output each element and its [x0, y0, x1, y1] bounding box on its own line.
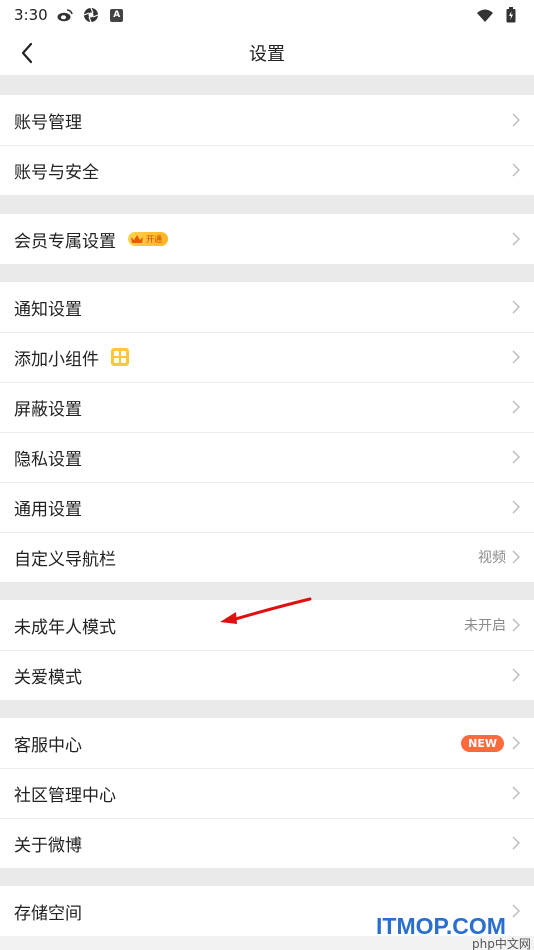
- chevron-right-icon: [512, 903, 522, 919]
- vip-badge-text: 开通: [146, 234, 162, 244]
- section-divider: [0, 264, 534, 282]
- wifi-icon: [476, 6, 494, 24]
- row-label: 关于微博: [14, 835, 82, 856]
- row-label: 通用设置: [14, 499, 82, 520]
- settings-row-privacy[interactable]: 隐私设置: [0, 432, 534, 482]
- section-divider: [0, 195, 534, 214]
- a-icon: A: [108, 6, 126, 24]
- chevron-right-icon: [512, 399, 522, 415]
- row-label: 客服中心: [14, 735, 82, 756]
- row-label: 添加小组件: [14, 349, 99, 370]
- row-label: 账号管理: [14, 112, 82, 133]
- settings-row-block[interactable]: 屏蔽设置: [0, 382, 534, 432]
- section-divider: [0, 582, 534, 600]
- chevron-right-icon: [512, 785, 522, 801]
- row-label: 自定义导航栏: [14, 549, 116, 570]
- row-label: 未成年人模式: [14, 617, 116, 638]
- settings-row-vip-settings[interactable]: 会员专属设置 开通: [0, 214, 534, 264]
- chevron-right-icon: [512, 162, 522, 178]
- settings-row-add-widget[interactable]: 添加小组件: [0, 332, 534, 382]
- status-time: 3:30: [14, 6, 48, 24]
- row-label: 关爱模式: [14, 667, 82, 688]
- settings-row-notifications[interactable]: 通知设置: [0, 282, 534, 332]
- settings-row-account-management[interactable]: 账号管理: [0, 95, 534, 145]
- chevron-left-icon: [21, 42, 33, 64]
- back-button[interactable]: [10, 36, 44, 70]
- status-left: 3:30 A: [14, 6, 126, 24]
- battery-icon: [502, 6, 520, 24]
- settings-row-general[interactable]: 通用设置: [0, 482, 534, 532]
- settings-row-account-security[interactable]: 账号与安全: [0, 145, 534, 195]
- svg-text:php中文网: php中文网: [472, 936, 531, 950]
- settings-row-custom-nav[interactable]: 自定义导航栏 视频: [0, 532, 534, 582]
- settings-row-community-management[interactable]: 社区管理中心: [0, 768, 534, 818]
- chevron-right-icon: [512, 549, 522, 565]
- chevron-right-icon: [512, 617, 522, 633]
- row-value: 未开启: [464, 618, 506, 634]
- settings-row-about[interactable]: 关于微博: [0, 818, 534, 868]
- row-label: 存储空间: [14, 903, 82, 924]
- chevron-right-icon: [512, 667, 522, 683]
- row-label: 会员专属设置: [14, 231, 116, 252]
- vip-badge: 开通: [128, 232, 168, 246]
- settings-row-teen-mode[interactable]: 未成年人模式 未开启: [0, 600, 534, 650]
- row-label: 屏蔽设置: [14, 399, 82, 420]
- row-label: 社区管理中心: [14, 785, 116, 806]
- app-header: 设置: [0, 30, 534, 75]
- chevron-right-icon: [512, 299, 522, 315]
- chevron-right-icon: [512, 835, 522, 851]
- widget-icon: [111, 348, 129, 366]
- row-label: 通知设置: [14, 299, 82, 320]
- status-right: [476, 6, 520, 24]
- chevron-right-icon: [512, 231, 522, 247]
- chevron-right-icon: [512, 112, 522, 128]
- section-divider: [0, 75, 534, 95]
- weibo-icon: [56, 6, 74, 24]
- section-divider: [0, 868, 534, 886]
- settings-row-storage[interactable]: 存储空间: [0, 886, 534, 936]
- app-icon: [82, 6, 100, 24]
- new-badge: NEW: [461, 734, 504, 752]
- settings-row-customer-service[interactable]: 客服中心 NEW: [0, 718, 534, 768]
- row-label: 账号与安全: [14, 162, 99, 183]
- chevron-right-icon: [512, 449, 522, 465]
- row-value: 视频: [478, 550, 506, 566]
- crown-icon: [130, 232, 144, 246]
- section-divider: [0, 700, 534, 718]
- row-label: 隐私设置: [14, 449, 82, 470]
- settings-row-care-mode[interactable]: 关爱模式: [0, 650, 534, 700]
- chevron-right-icon: [512, 349, 522, 365]
- chevron-right-icon: [512, 499, 522, 515]
- chevron-right-icon: [512, 735, 522, 751]
- status-bar: 3:30 A: [0, 0, 534, 30]
- page-title: 设置: [249, 43, 285, 65]
